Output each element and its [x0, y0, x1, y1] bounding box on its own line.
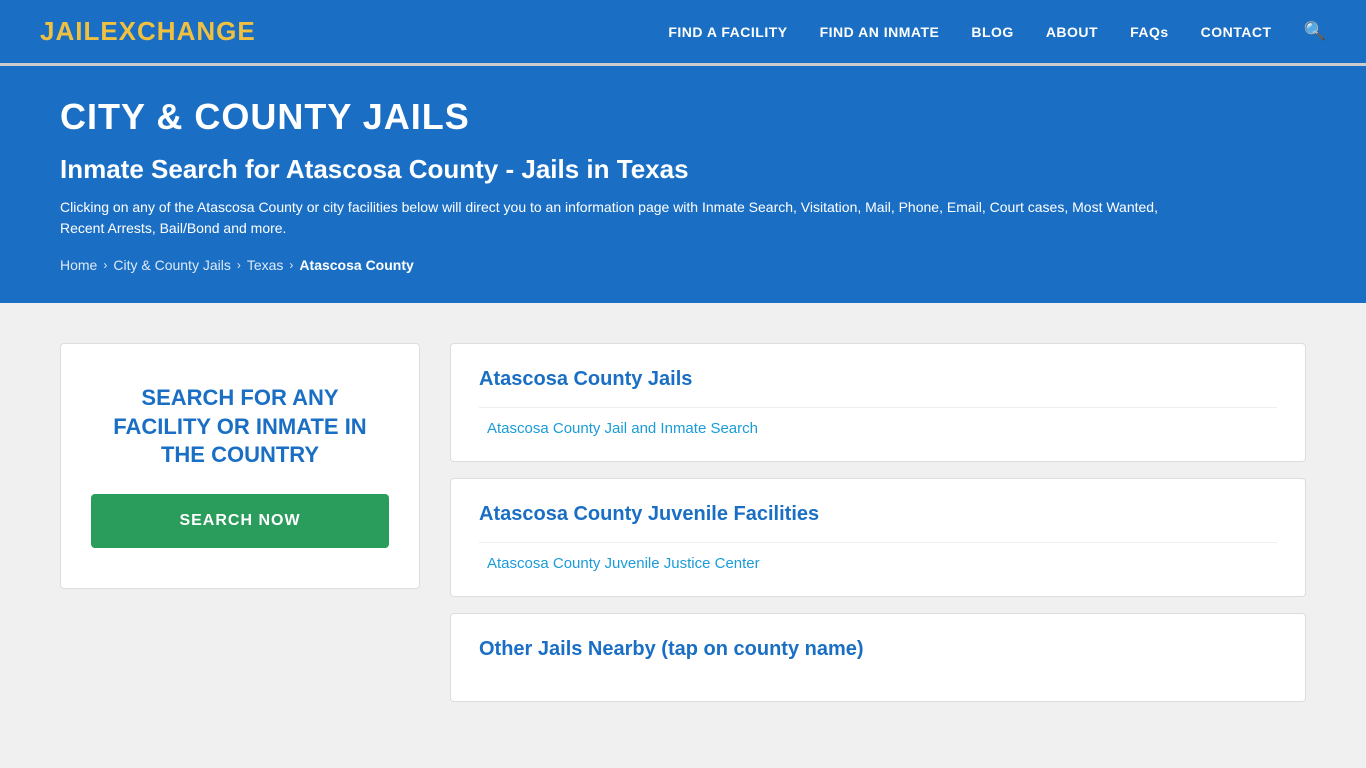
- nav-find-inmate[interactable]: FIND AN INMATE: [820, 24, 940, 40]
- card-title-juvenile[interactable]: Atascosa County Juvenile Facilities: [479, 503, 1277, 526]
- cards-column: Atascosa County Jails Atascosa County Ja…: [450, 343, 1306, 702]
- logo: JAILEXCHANGE: [40, 16, 256, 47]
- breadcrumb-city-county[interactable]: City & County Jails: [113, 257, 230, 273]
- search-widget: SEARCH FOR ANY FACILITY OR INMATE IN THE…: [60, 343, 420, 589]
- search-now-button[interactable]: SEARCH NOW: [91, 494, 389, 548]
- card-title-jails[interactable]: Atascosa County Jails: [479, 368, 1277, 391]
- card-other-jails: Other Jails Nearby (tap on county name): [450, 613, 1306, 702]
- nav-blog[interactable]: BLOG: [971, 24, 1013, 40]
- card-juvenile-facilities: Atascosa County Juvenile Facilities Atas…: [450, 478, 1306, 597]
- nav-find-facility[interactable]: FIND A FACILITY: [668, 24, 787, 40]
- breadcrumb-home[interactable]: Home: [60, 257, 97, 273]
- breadcrumb-current: Atascosa County: [299, 257, 413, 273]
- card-atascosa-jails: Atascosa County Jails Atascosa County Ja…: [450, 343, 1306, 462]
- card-link-juvenile-justice[interactable]: Atascosa County Juvenile Justice Center: [479, 555, 1277, 572]
- logo-exchange: EXCHANGE: [100, 16, 255, 46]
- nav-contact[interactable]: CONTACT: [1201, 24, 1272, 40]
- nav-faqs[interactable]: FAQs: [1130, 24, 1169, 40]
- page-subtitle: Inmate Search for Atascosa County - Jail…: [60, 154, 1306, 185]
- breadcrumb: Home › City & County Jails › Texas › Ata…: [60, 257, 1306, 273]
- chevron-icon-2: ›: [237, 258, 241, 272]
- hero-banner: CITY & COUNTY JAILS Inmate Search for At…: [0, 66, 1366, 303]
- search-widget-title: SEARCH FOR ANY FACILITY OR INMATE IN THE…: [91, 384, 389, 470]
- header: JAILEXCHANGE FIND A FACILITY FIND AN INM…: [0, 0, 1366, 66]
- page-title: CITY & COUNTY JAILS: [60, 96, 1306, 138]
- search-icon-button[interactable]: 🔍: [1304, 21, 1326, 42]
- breadcrumb-state[interactable]: Texas: [247, 257, 284, 273]
- main-content: SEARCH FOR ANY FACILITY OR INMATE IN THE…: [0, 303, 1366, 742]
- hero-description: Clicking on any of the Atascosa County o…: [60, 197, 1160, 239]
- nav-about[interactable]: ABOUT: [1046, 24, 1098, 40]
- card-divider-1: [479, 407, 1277, 408]
- main-nav: FIND A FACILITY FIND AN INMATE BLOG ABOU…: [668, 21, 1326, 42]
- chevron-icon-1: ›: [103, 258, 107, 272]
- card-title-other-jails[interactable]: Other Jails Nearby (tap on county name): [479, 638, 1277, 661]
- logo-jail: JAIL: [40, 16, 100, 46]
- card-link-jail-inmate-search[interactable]: Atascosa County Jail and Inmate Search: [479, 420, 1277, 437]
- chevron-icon-3: ›: [289, 258, 293, 272]
- card-divider-2: [479, 542, 1277, 543]
